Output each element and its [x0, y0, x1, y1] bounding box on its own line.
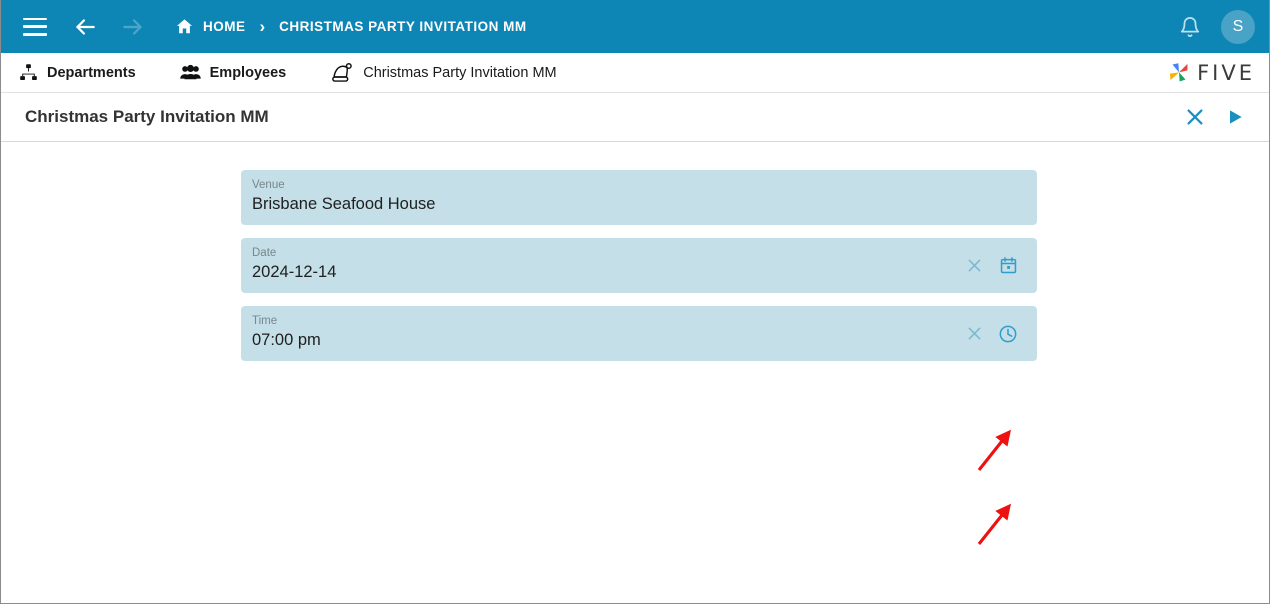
tab-employees-label: Employees	[209, 64, 287, 81]
field-time[interactable]: Time 07:00 pm	[241, 306, 1037, 361]
app-header-left: HOME › CHRISTMAS PARTY INVITATION MM	[23, 11, 527, 43]
field-date-label: Date	[252, 247, 277, 259]
app-header: HOME › CHRISTMAS PARTY INVITATION MM S	[1, 0, 1269, 53]
field-list: Venue Brisbane Seafood House Date 2024-1…	[241, 170, 1037, 361]
arrow-to-calendar-icon	[977, 430, 1012, 471]
page-title: Christmas Party Invitation MM	[25, 107, 269, 126]
tab-christmas-party-invitation-mm-label: Christmas Party Invitation MM	[363, 64, 557, 81]
app-header-right: S	[1175, 9, 1255, 44]
hamburger-menu-icon[interactable]	[23, 17, 47, 36]
five-pinwheel-logo-icon	[1166, 60, 1192, 86]
santa-hat-icon	[330, 62, 354, 84]
field-date[interactable]: Date 2024-12-14	[241, 238, 1037, 293]
close-x-icon[interactable]	[1175, 100, 1215, 134]
play-triangle-icon[interactable]	[1215, 100, 1255, 134]
sitemap-icon	[19, 63, 38, 82]
clear-x-icon[interactable]	[961, 321, 987, 347]
tab-employees[interactable]: Employees	[179, 63, 287, 82]
avatar[interactable]: S	[1221, 9, 1255, 44]
form-body: Venue Brisbane Seafood House Date 2024-1…	[1, 142, 1269, 602]
field-venue[interactable]: Venue Brisbane Seafood House	[241, 170, 1037, 225]
breadcrumb-current-label: CHRISTMAS PARTY INVITATION MM	[279, 19, 527, 34]
field-venue-label: Venue	[252, 179, 285, 191]
brand-name: FIVE	[1197, 60, 1255, 85]
breadcrumb-separator: ›	[259, 17, 266, 36]
tab-christmas-party-invitation-mm[interactable]: Christmas Party Invitation MM	[330, 62, 557, 84]
avatar-initial: S	[1232, 17, 1244, 35]
arrow-to-clock-icon	[977, 504, 1012, 545]
form-header-actions	[1175, 100, 1255, 134]
arrow-left-icon[interactable]	[69, 11, 101, 43]
breadcrumb: HOME › CHRISTMAS PARTY INVITATION MM	[175, 17, 527, 36]
breadcrumb-home-label: HOME	[203, 19, 246, 34]
brand-logo: FIVE	[1166, 60, 1255, 86]
field-time-value[interactable]: 07:00 pm	[252, 329, 1025, 351]
users-group-icon	[179, 63, 201, 82]
app-window: HOME › CHRISTMAS PARTY INVITATION MM S D…	[0, 0, 1270, 604]
field-date-value[interactable]: 2024-12-14	[252, 261, 1025, 283]
clock-icon[interactable]	[995, 321, 1021, 347]
clear-x-icon[interactable]	[961, 253, 987, 279]
bell-icon[interactable]	[1175, 12, 1205, 42]
tab-strip: Departments Employees Christmas Party In…	[1, 53, 1269, 93]
field-time-adornments	[953, 321, 1021, 347]
tab-departments[interactable]: Departments	[19, 63, 136, 82]
form-header: Christmas Party Invitation MM	[1, 93, 1269, 142]
home-icon	[175, 17, 194, 36]
field-time-label: Time	[252, 315, 278, 327]
tab-departments-label: Departments	[47, 64, 136, 81]
arrow-right-icon[interactable]	[117, 11, 149, 43]
calendar-icon[interactable]	[995, 253, 1021, 279]
field-venue-value[interactable]: Brisbane Seafood House	[252, 193, 1025, 215]
breadcrumb-home[interactable]: HOME	[175, 17, 246, 36]
field-date-adornments	[953, 253, 1021, 279]
